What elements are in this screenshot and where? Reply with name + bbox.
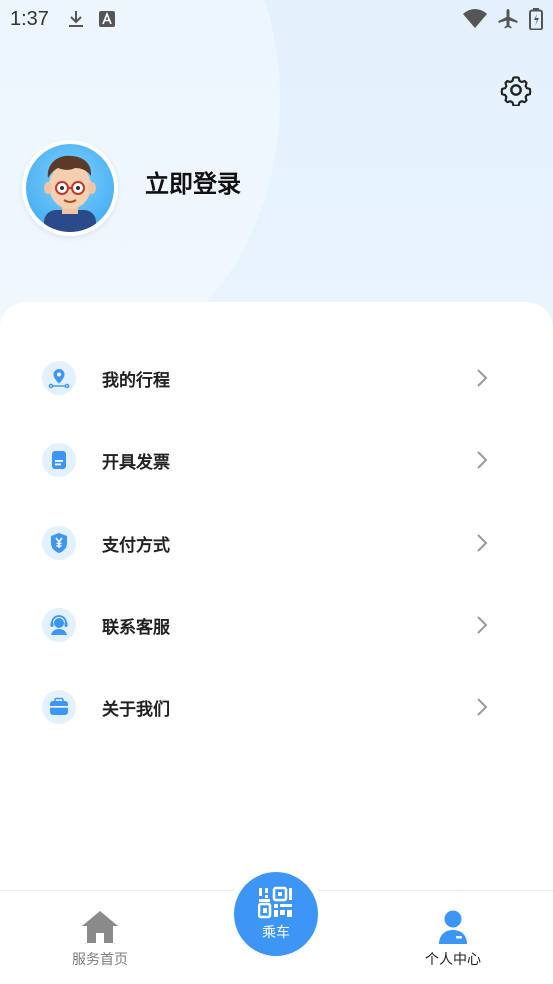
ride-button[interactable]: 乘车 <box>234 872 318 956</box>
menu-item-label: 联系客服 <box>102 617 170 638</box>
menu-item-payment[interactable]: 支付方式 <box>0 513 553 573</box>
person-icon <box>439 910 467 944</box>
chevron-right-icon <box>477 534 488 552</box>
login-link[interactable]: 立即登录 <box>145 164 241 199</box>
home-icon <box>82 911 118 943</box>
tab-profile-label: 个人中心 <box>425 952 481 968</box>
headset-agent-icon <box>42 608 76 642</box>
ride-button-label: 乘车 <box>262 925 290 941</box>
menu-item-label: 开具发票 <box>102 452 170 473</box>
battery-charging-icon <box>529 8 543 30</box>
chevron-right-icon <box>477 369 488 387</box>
airplane-icon <box>497 8 519 30</box>
chevron-right-icon <box>477 698 488 716</box>
menu-item-label: 支付方式 <box>102 535 170 556</box>
menu-card: 我的行程 开具发票 支付方式 联系客服 关于我们 <box>0 302 553 902</box>
briefcase-icon <box>42 690 76 724</box>
chevron-right-icon <box>477 451 488 469</box>
font-a-icon <box>98 11 115 27</box>
menu-item-label: 我的行程 <box>102 370 170 391</box>
avatar[interactable] <box>22 140 118 236</box>
menu-item-about-us[interactable]: 关于我们 <box>0 677 553 737</box>
settings-button[interactable] <box>500 74 532 107</box>
status-bar: 1:37 <box>0 0 553 38</box>
qr-code-icon <box>258 886 292 919</box>
gear-icon <box>500 76 532 107</box>
status-time: 1:37 <box>10 7 49 30</box>
wifi-icon <box>463 9 487 29</box>
menu-item-label: 关于我们 <box>102 699 170 720</box>
menu-item-invoice[interactable]: 开具发票 <box>0 430 553 490</box>
menu-item-customer-service[interactable]: 联系客服 <box>0 595 553 655</box>
tab-profile[interactable]: 个人中心 <box>383 891 523 984</box>
menu-item-my-trips[interactable]: 我的行程 <box>0 348 553 408</box>
tab-home[interactable]: 服务首页 <box>30 891 170 984</box>
tab-home-label: 服务首页 <box>72 952 128 968</box>
download-icon <box>67 9 85 29</box>
document-icon <box>42 443 76 477</box>
user-avatar <box>44 155 96 232</box>
location-pin-icon <box>42 361 76 395</box>
yuan-shield-icon <box>42 526 76 560</box>
chevron-right-icon <box>477 616 488 634</box>
